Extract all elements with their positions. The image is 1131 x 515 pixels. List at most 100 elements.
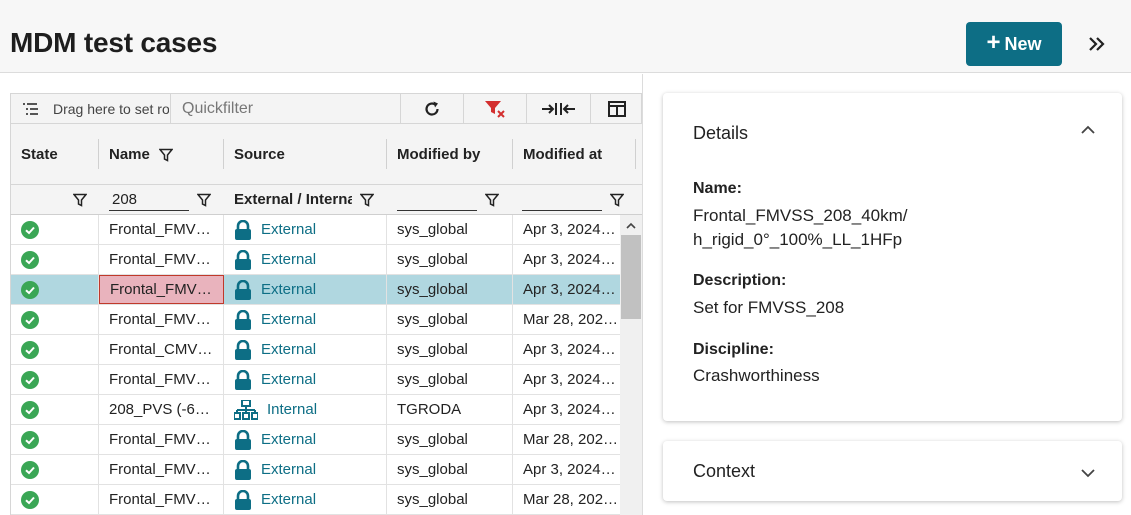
source-link[interactable]: External bbox=[261, 461, 316, 478]
scroll-up-arrow-icon[interactable] bbox=[620, 215, 642, 235]
name-cell[interactable]: Frontal_FMVSS_208_56km/h_rigid bbox=[99, 305, 224, 334]
source-link[interactable]: External bbox=[261, 311, 316, 328]
name-cell[interactable]: Frontal_CMVSS_208_40km/h_rigid bbox=[99, 335, 224, 364]
name-text: Frontal_FMVSS_208_35km/h_rigid bbox=[109, 491, 214, 508]
modified-at-cell: Mar 28, 2024, 10:02 AM bbox=[513, 305, 620, 334]
autosize-columns-button[interactable] bbox=[526, 94, 590, 123]
source-cell[interactable]: External bbox=[224, 275, 387, 304]
source-link[interactable]: External bbox=[261, 251, 316, 268]
modified-at-cell: Apr 3, 2024, 2:15 PM bbox=[513, 245, 620, 274]
column-separator[interactable] bbox=[635, 139, 636, 169]
source-cell[interactable]: External bbox=[224, 335, 387, 364]
name-cell[interactable]: 208_PVS (-6) test bbox=[99, 395, 224, 424]
source-link[interactable]: External bbox=[261, 431, 316, 448]
expand-panel-icon[interactable] bbox=[1084, 30, 1110, 58]
lock-icon bbox=[235, 279, 251, 300]
modified-by-cell: TGRODA bbox=[387, 395, 513, 424]
source-cell[interactable]: External bbox=[224, 485, 387, 514]
autosize-columns-icon bbox=[541, 102, 575, 115]
source-cell[interactable]: External bbox=[224, 215, 387, 244]
table-row[interactable]: Frontal_FMVSS_208_35km/h_rigid External … bbox=[11, 485, 620, 515]
column-header-row: State Name Source Modified by Modified a… bbox=[10, 124, 642, 185]
source-link[interactable]: External bbox=[261, 371, 316, 388]
source-cell[interactable]: External bbox=[224, 455, 387, 484]
source-cell[interactable]: Internal bbox=[224, 395, 387, 424]
column-header-modified-by-label: Modified by bbox=[397, 146, 481, 163]
new-button[interactable]: + New bbox=[966, 22, 1062, 66]
name-cell[interactable]: Frontal_FMVSS_208_40km/h_rigid bbox=[99, 215, 224, 244]
refresh-button[interactable] bbox=[400, 94, 463, 123]
modified-by-text: sys_global bbox=[397, 491, 468, 508]
name-cell[interactable]: Frontal_FMVSS_208_48km/h_rigid bbox=[99, 365, 224, 394]
table-row[interactable]: Frontal_FMVSS_208_32km/h_rigid External … bbox=[11, 425, 620, 455]
state-cell bbox=[11, 395, 99, 424]
name-text: Frontal_FMVSS_208_56km/h_rigid bbox=[109, 311, 214, 328]
table-row[interactable]: Frontal_FMVSS_208_50km/h_rigid External … bbox=[11, 245, 620, 275]
table-row-selected[interactable]: Frontal_FMVSS_208_40km/h_rigid_0°_100%_L… bbox=[11, 275, 620, 305]
name-cell[interactable]: Frontal_FMVSS_208_50km/h_rigid bbox=[99, 245, 224, 274]
check-circle-icon bbox=[21, 340, 39, 359]
name-cell[interactable]: Frontal_FMVSS_208_32km/h_rigid bbox=[99, 425, 224, 454]
lock-icon bbox=[235, 249, 251, 270]
modified-at-cell: Apr 3, 2024, 2:15 PM bbox=[513, 215, 620, 244]
modified-at-filter-input[interactable] bbox=[522, 189, 602, 211]
source-link[interactable]: External bbox=[261, 341, 316, 358]
grid-toolbar: Drag here to set row groups bbox=[10, 93, 642, 124]
table-row[interactable]: Frontal_FMVSS_208_48km/h_rigid External … bbox=[11, 365, 620, 395]
source-cell[interactable]: External bbox=[224, 305, 387, 334]
column-header-modified-by[interactable]: Modified by bbox=[387, 124, 512, 185]
filter-icon[interactable] bbox=[610, 193, 624, 207]
filter-cell-modified-by bbox=[387, 185, 512, 215]
chevron-down-icon[interactable] bbox=[1081, 469, 1095, 478]
source-cell[interactable]: External bbox=[224, 365, 387, 394]
toggle-side-panel-button[interactable] bbox=[590, 94, 642, 123]
source-link[interactable]: External bbox=[261, 281, 316, 298]
name-cell[interactable]: Frontal_FMVSS_208_35km/h_rigid bbox=[99, 485, 224, 514]
context-panel[interactable]: Context bbox=[663, 441, 1122, 501]
filter-cell-source[interactable]: External / Internal bbox=[224, 185, 386, 215]
source-link[interactable]: External bbox=[261, 221, 316, 238]
column-header-name[interactable]: Name bbox=[99, 124, 223, 185]
source-cell[interactable]: External bbox=[224, 245, 387, 274]
row-groups-icon bbox=[23, 102, 38, 115]
state-cell bbox=[11, 305, 99, 334]
filter-icon[interactable] bbox=[360, 193, 374, 207]
name-cell[interactable]: Frontal_FMVSS_208_40km/h_rigid_0°_100%_L… bbox=[99, 275, 224, 304]
modified-by-cell: sys_global bbox=[387, 365, 513, 394]
filter-icon[interactable] bbox=[73, 193, 87, 207]
chevron-up-icon[interactable] bbox=[1081, 125, 1095, 134]
name-cell[interactable]: Frontal_FMVSS_208_25km/h_rigid bbox=[99, 455, 224, 484]
table-row[interactable]: Frontal_FMVSS_208_40km/h_rigid External … bbox=[11, 215, 620, 245]
clear-filters-button[interactable] bbox=[463, 94, 526, 123]
check-circle-icon bbox=[21, 370, 39, 389]
scrollbar-thumb[interactable] bbox=[621, 235, 641, 319]
table-row[interactable]: Frontal_FMVSS_208_56km/h_rigid External … bbox=[11, 305, 620, 335]
row-group-drop-zone[interactable]: Drag here to set row groups bbox=[11, 94, 169, 123]
modified-by-filter-input[interactable] bbox=[397, 189, 477, 211]
modified-at-text: Apr 3, 2024, 2:15 PM bbox=[523, 461, 619, 478]
table-row[interactable]: Frontal_CMVSS_208_40km/h_rigid External … bbox=[11, 335, 620, 365]
grid-vertical-scrollbar[interactable] bbox=[620, 215, 642, 515]
name-filter-input[interactable] bbox=[109, 189, 189, 211]
name-text: Frontal_FMVSS_208_50km/h_rigid bbox=[109, 251, 214, 268]
grid-body: Frontal_FMVSS_208_40km/h_rigid External … bbox=[10, 215, 620, 515]
check-circle-icon bbox=[21, 490, 39, 509]
quickfilter-input[interactable] bbox=[170, 94, 400, 123]
table-row[interactable]: 208_PVS (-6) test Internal TGRODA Apr 3,… bbox=[11, 395, 620, 425]
refresh-icon bbox=[425, 101, 439, 116]
filter-icon[interactable] bbox=[197, 193, 211, 207]
column-header-name-label: Name bbox=[109, 146, 150, 163]
column-header-state[interactable]: State bbox=[11, 124, 98, 185]
new-button-label: New bbox=[1004, 33, 1042, 54]
column-header-modified-at[interactable]: Modified at bbox=[513, 124, 635, 185]
source-link[interactable]: Internal bbox=[267, 401, 317, 418]
network-icon bbox=[234, 399, 258, 420]
filter-icon[interactable] bbox=[485, 193, 499, 207]
table-row[interactable]: Frontal_FMVSS_208_25km/h_rigid External … bbox=[11, 455, 620, 485]
name-text: Frontal_FMVSS_208_48km/h_rigid bbox=[109, 371, 214, 388]
source-cell[interactable]: External bbox=[224, 425, 387, 454]
modified-at-text: Mar 28, 2024, 10:02 AM bbox=[523, 431, 619, 448]
source-link[interactable]: External bbox=[261, 491, 316, 508]
column-header-source[interactable]: Source bbox=[224, 124, 386, 185]
check-circle-icon bbox=[21, 280, 39, 299]
